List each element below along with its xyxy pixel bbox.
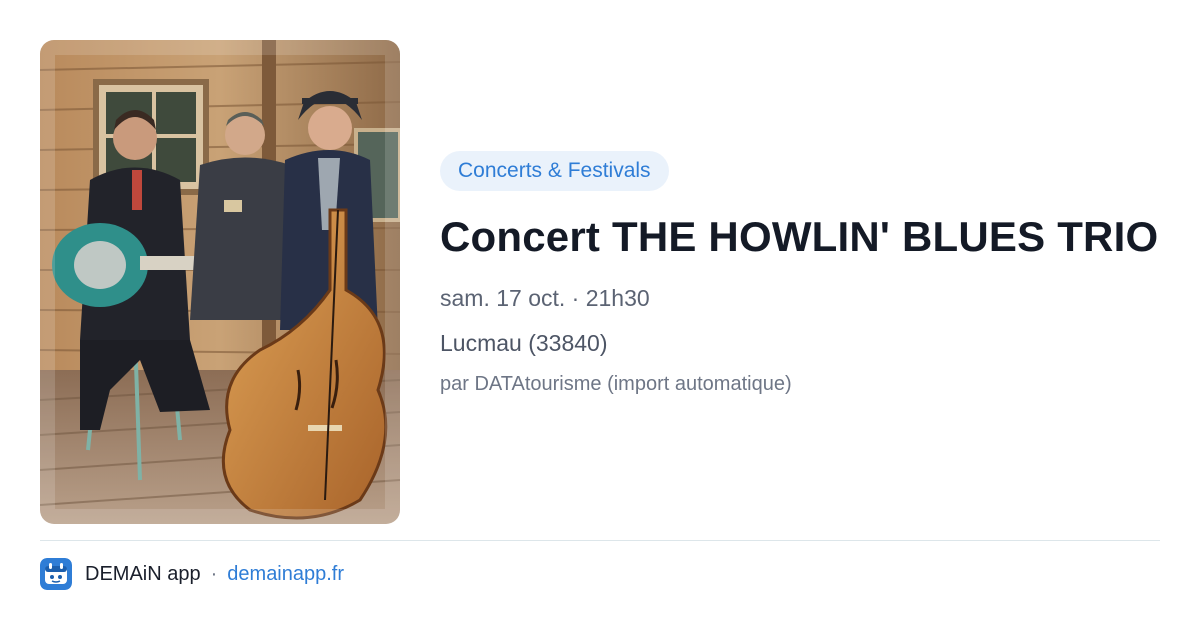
category-badge[interactable]: Concerts & Festivals bbox=[440, 151, 669, 191]
app-name: DEMAiN app bbox=[85, 562, 201, 585]
event-title: Concert THE HOWLIN' BLUES TRIO bbox=[440, 213, 1159, 260]
event-location: Lucmau (33840) bbox=[440, 330, 608, 356]
footer: DEMAiN app · demainapp.fr bbox=[40, 558, 344, 590]
footer-divider bbox=[40, 540, 1160, 541]
demain-app-logo-icon bbox=[40, 558, 72, 590]
event-info: Concerts & Festivals Concert THE HOWLIN'… bbox=[440, 151, 1160, 398]
event-photo bbox=[40, 40, 400, 524]
footer-separator: · bbox=[210, 562, 218, 585]
event-datetime: sam. 17 oct. · 21h30 bbox=[440, 285, 650, 311]
event-source: par DATAtourisme (import automatique) bbox=[440, 373, 792, 395]
band-photo-illustration bbox=[40, 40, 400, 524]
app-url-link[interactable]: demainapp.fr bbox=[227, 563, 344, 586]
